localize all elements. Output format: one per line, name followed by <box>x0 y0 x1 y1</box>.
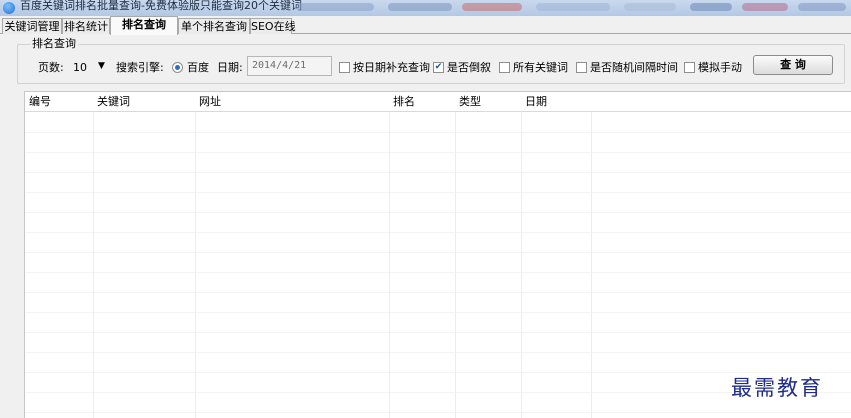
option-checkbox-date-supplement[interactable] <box>339 62 350 73</box>
date-field[interactable]: 2014/4/21 <box>247 56 332 76</box>
column-header-type[interactable]: 类型 <box>455 92 481 112</box>
chevron-down-icon[interactable]: ▼ <box>98 61 105 71</box>
row-divider <box>25 132 851 133</box>
row-divider <box>25 232 851 233</box>
pages-value: 10 <box>73 61 87 74</box>
row-divider <box>25 392 851 393</box>
row-divider <box>25 252 851 253</box>
blurred-toolbar-item <box>462 3 522 11</box>
tab-strip: 关键词管理 排名统计 排名查询 单个排名查询 SEO在线 <box>0 16 851 35</box>
option-checkbox-simulate-manual[interactable] <box>684 62 695 73</box>
blurred-toolbar-item <box>624 3 676 11</box>
column-header-url[interactable]: 网址 <box>195 92 221 112</box>
row-divider <box>25 172 851 173</box>
tab-rank-query[interactable]: 排名查询 <box>110 16 178 35</box>
row-divider <box>25 352 851 353</box>
row-divider <box>25 372 851 373</box>
blurred-toolbar-item <box>296 3 374 11</box>
blurred-toolbar-item <box>690 3 732 11</box>
query-button[interactable]: 查 询 <box>753 55 833 75</box>
option-label-random-interval[interactable]: 是否随机间隔时间 <box>590 61 678 75</box>
column-divider <box>591 92 592 418</box>
row-divider <box>25 412 851 413</box>
date-label: 日期: <box>217 61 243 74</box>
row-divider <box>25 332 851 333</box>
tab-keyword-management[interactable]: 关键词管理 <box>2 18 62 34</box>
option-checkbox-all-keywords[interactable] <box>499 62 510 73</box>
option-checkbox-reverse[interactable]: ✔ <box>433 62 444 73</box>
pages-label: 页数: <box>38 61 64 74</box>
blurred-toolbar-item <box>388 3 452 11</box>
column-header-keyword[interactable]: 关键词 <box>93 92 130 112</box>
row-divider <box>25 312 851 313</box>
option-label-all-keywords[interactable]: 所有关键词 <box>513 61 568 75</box>
query-group-title: 排名查询 <box>30 37 78 50</box>
option-label-reverse[interactable]: 是否倒叙 <box>447 61 491 75</box>
engine-label: 搜索引擎: <box>116 61 164 74</box>
row-divider <box>25 192 851 193</box>
column-divider <box>455 92 456 418</box>
row-divider <box>25 152 851 153</box>
column-header-date[interactable]: 日期 <box>521 92 547 112</box>
watermark-logo: 最需教育 <box>731 376 823 400</box>
row-divider <box>25 272 851 273</box>
column-divider <box>521 92 522 418</box>
option-checkbox-random-interval[interactable] <box>576 62 587 73</box>
column-divider <box>195 92 196 418</box>
blurred-toolbar-item <box>742 3 788 11</box>
results-table[interactable]: 编号 关键词 网址 排名 类型 日期 <box>24 91 851 418</box>
tab-single-rank-query[interactable]: 单个排名查询 <box>178 18 250 34</box>
row-divider <box>25 212 851 213</box>
row-divider <box>25 292 851 293</box>
blurred-toolbar-item <box>798 3 846 11</box>
engine-radio-baidu[interactable] <box>172 62 183 73</box>
option-label-simulate-manual[interactable]: 模拟手动 <box>698 61 742 75</box>
column-divider <box>389 92 390 418</box>
blurred-toolbar-item <box>536 3 610 11</box>
column-header-rank[interactable]: 排名 <box>389 92 415 112</box>
app-icon <box>3 2 15 14</box>
window-title: 百度关键词排名批量查询-免费体验版只能查询20个关键词 <box>20 0 302 12</box>
title-bar: 百度关键词排名批量查询-免费体验版只能查询20个关键词 <box>0 0 851 16</box>
tab-seo-online[interactable]: SEO在线 <box>250 18 296 34</box>
column-header-id[interactable]: 编号 <box>25 92 51 112</box>
pages-dropdown[interactable]: 10 ▼ <box>67 60 109 76</box>
table-header: 编号 关键词 网址 排名 类型 日期 <box>25 92 851 112</box>
tab-rank-stats[interactable]: 排名统计 <box>62 18 110 34</box>
column-divider <box>93 92 94 418</box>
engine-option-label[interactable]: 百度 <box>187 61 209 75</box>
option-label-date-supplement[interactable]: 按日期补充查询 <box>353 61 430 75</box>
